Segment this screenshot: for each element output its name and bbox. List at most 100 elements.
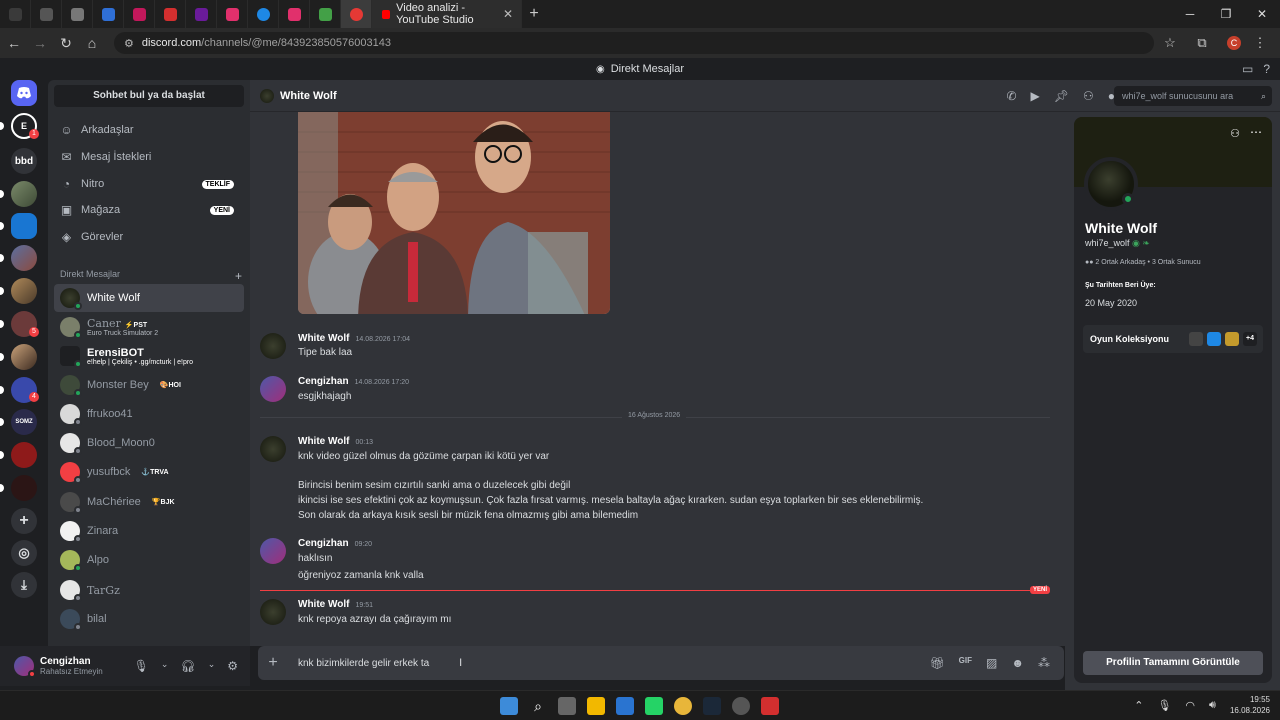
server-icon[interactable]	[11, 181, 37, 207]
chrome-icon[interactable]	[674, 697, 692, 715]
avatar[interactable]	[260, 599, 286, 625]
wifi-icon[interactable]: ◠	[1185, 699, 1195, 712]
reload-icon[interactable]: ↻	[54, 35, 78, 52]
chevron-down-icon[interactable]: ⌄	[208, 659, 216, 673]
close-window-icon[interactable]: ✕	[1244, 0, 1280, 28]
pinned-tab[interactable]	[279, 0, 310, 28]
dm-item[interactable]: ffrukoo41	[54, 400, 244, 428]
more-options-icon[interactable]: ⋯	[1250, 125, 1262, 139]
pinned-tab[interactable]	[31, 0, 62, 28]
dm-item[interactable]: TarGz	[54, 576, 244, 604]
search-input[interactable]: whi7e_wolf sunucusunu ara ⌕	[1114, 86, 1272, 106]
dm-item[interactable]: Caner ⚡PST Euro Truck Simulator 2	[54, 313, 244, 341]
pinned-tab[interactable]	[155, 0, 186, 28]
back-icon[interactable]: ←	[2, 35, 26, 51]
steam-icon[interactable]	[703, 697, 721, 715]
pinned-tab[interactable]	[0, 0, 31, 28]
app-icon[interactable]	[732, 697, 750, 715]
server-icon[interactable]	[11, 442, 37, 468]
new-tab-button[interactable]: +	[522, 5, 546, 23]
chevron-down-icon[interactable]: ⌄	[161, 659, 169, 673]
app-icon[interactable]	[761, 697, 779, 715]
nav-nitro[interactable]: ◔ Nitro TEKLİF	[54, 172, 244, 196]
microphone-icon[interactable]: 🎙︎	[1157, 699, 1171, 712]
server-icon[interactable]: bbd	[11, 148, 37, 174]
pinned-tab[interactable]	[217, 0, 248, 28]
apps-icon[interactable]: ⁂	[1038, 656, 1050, 670]
dm-item[interactable]: yusufbck ⚓TRVA	[54, 458, 244, 486]
profile-avatar[interactable]	[1084, 157, 1138, 211]
user-avatar[interactable]	[14, 656, 36, 678]
bookmark-star-icon[interactable]: ☆	[1154, 35, 1186, 51]
upload-plus-icon[interactable]: +	[258, 654, 288, 672]
game-collection-button[interactable]: Oyun Koleksiyonu +4	[1083, 325, 1263, 353]
author-name[interactable]: White Wolf	[298, 599, 349, 610]
pinned-tab[interactable]	[186, 0, 217, 28]
voice-call-icon[interactable]: ✆	[1006, 89, 1016, 103]
message-composer[interactable]: + knk bizimkilerde gelir erkek ta I 🎁︎ G…	[258, 646, 1064, 680]
avatar[interactable]	[260, 376, 286, 402]
task-view-icon[interactable]	[558, 697, 576, 715]
browser-menu-icon[interactable]: ⋮	[1250, 35, 1270, 51]
chevron-up-icon[interactable]: ⌃	[1134, 699, 1143, 712]
pinned-tab[interactable]	[248, 0, 279, 28]
file-explorer-icon[interactable]	[587, 697, 605, 715]
pinned-tab[interactable]	[310, 0, 341, 28]
maximize-icon[interactable]: ❐	[1208, 0, 1244, 28]
server-icon[interactable]	[11, 344, 37, 370]
author-name[interactable]: White Wolf	[298, 436, 349, 447]
volume-icon[interactable]: 🔊︎	[1209, 699, 1216, 712]
pinned-tab[interactable]	[93, 0, 124, 28]
start-menu-icon[interactable]	[500, 697, 518, 715]
headphones-icon[interactable]: 🎧︎	[180, 659, 195, 673]
home-icon[interactable]: ⌂	[80, 35, 104, 51]
minimize-icon[interactable]: ─	[1172, 0, 1208, 28]
pinned-tab[interactable]	[124, 0, 155, 28]
server-icon[interactable]: SOMZ	[11, 409, 37, 435]
store-icon[interactable]	[616, 697, 634, 715]
microphone-icon[interactable]: 🎙︎	[134, 659, 149, 673]
nav-friends[interactable]: ☺ Arkadaşlar	[54, 118, 244, 142]
inbox-icon[interactable]: ▭	[1242, 62, 1253, 76]
discord-home-button[interactable]	[11, 80, 37, 106]
extensions-icon[interactable]: ⧉	[1186, 35, 1218, 51]
whatsapp-icon[interactable]	[645, 697, 663, 715]
video-call-icon[interactable]: ▶	[1031, 89, 1040, 103]
nav-quests[interactable]: ◈ Görevler	[54, 225, 244, 249]
server-icon[interactable]	[11, 213, 37, 239]
dm-item[interactable]: Zinara	[54, 517, 244, 545]
add-friends-to-dm-icon[interactable]: ⚇	[1083, 89, 1094, 103]
sticker-icon[interactable]: ▨	[986, 656, 997, 670]
close-tab-icon[interactable]: ✕	[503, 7, 513, 21]
dm-item[interactable]: ErensiBOT e!help | Çekiliş • .gg/mcturk …	[54, 342, 244, 370]
address-bar[interactable]: ⚙ discord.com/channels/@me/8439238505760…	[114, 32, 1154, 54]
attachment-image[interactable]	[298, 112, 610, 314]
site-info-icon[interactable]: ⚙	[124, 37, 134, 50]
create-dm-icon[interactable]: +	[235, 269, 242, 283]
dm-item[interactable]: bilal	[54, 605, 244, 633]
pinned-tab-active[interactable]	[341, 0, 372, 28]
dm-item[interactable]: Monster Bey 🎨HOI	[54, 371, 244, 399]
server-icon[interactable]	[11, 278, 37, 304]
add-friend-icon[interactable]: ⚇	[1230, 127, 1240, 140]
view-full-profile-button[interactable]: Profilin Tamamını Görüntüle	[1083, 651, 1263, 675]
dm-item[interactable]: MaChériee 🏆BJK	[54, 488, 244, 516]
nav-shop[interactable]: ▣ Mağaza YENİ	[54, 198, 244, 222]
avatar[interactable]	[260, 333, 286, 359]
download-apps-button[interactable]: ⤓	[11, 572, 37, 598]
dm-item[interactable]: White Wolf	[54, 284, 244, 312]
explore-servers-button[interactable]: ◎	[11, 540, 37, 566]
emoji-icon[interactable]: ☻	[1011, 656, 1024, 670]
mutuals-row[interactable]: ●● 2 Ortak Arkadaş • 3 Ortak Sunucu	[1085, 259, 1201, 266]
gif-icon[interactable]: GIF	[959, 656, 972, 670]
server-icon[interactable]	[11, 245, 37, 271]
pinned-tab[interactable]	[62, 0, 93, 28]
pin-icon[interactable]: 📌︎	[1054, 89, 1069, 103]
tab-youtube-studio[interactable]: Video analizi - YouTube Studio ✕	[372, 0, 522, 28]
author-name[interactable]: Cengizhan	[298, 538, 349, 549]
find-conversation-button[interactable]: Sohbet bul ya da başlat	[54, 85, 244, 107]
add-server-button[interactable]: +	[11, 508, 37, 534]
server-icon[interactable]	[11, 475, 37, 501]
help-icon[interactable]: ?	[1263, 62, 1270, 76]
clock[interactable]: 19:55 16.08.2026	[1230, 694, 1270, 716]
